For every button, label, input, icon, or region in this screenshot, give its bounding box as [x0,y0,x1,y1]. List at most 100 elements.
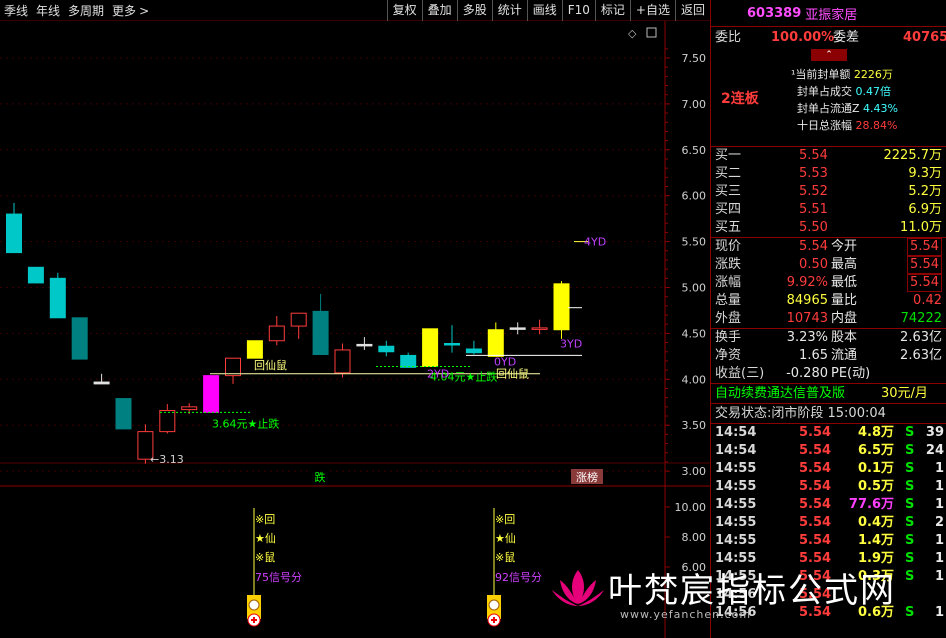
bid-row[interactable]: 买五 5.50 11.0万 [711,219,946,237]
f10-button[interactable]: F10 [561,0,595,21]
price-tick-label: 4.50 [682,327,707,340]
stats-label: 净资 [715,348,742,363]
quote-label: 今开 [831,239,858,254]
price-tick-label: 3.00 [682,465,707,478]
draw-line-button[interactable]: 画线 [526,0,562,21]
bid-row[interactable]: 买一 5.54 2225.7万 [711,147,946,165]
promo-bar[interactable]: 自动续费通达信普及版 30元/月 [711,383,946,403]
panel-toggle-icon [646,27,657,38]
tick-volume: 77.6万 [848,497,894,512]
collapse-button[interactable]: ⌃ [811,49,847,61]
tick-row: 14:55 5.54 1.4万 S 1 [711,532,946,550]
bid-price: 5.50 [799,220,828,235]
tick-count: 24 [925,443,944,458]
tick-count: 1 [934,461,944,476]
quote-row: 总量 84965 量比 0.42 [711,292,946,310]
price-tick-label: 5.00 [682,282,707,295]
candle-body [203,375,220,413]
tick-count: 1 [934,569,944,584]
yd-label: 0YD [494,355,516,368]
toolbar-buttons: 复权 叠加 多股 统计 画线 F10 标记 +自选 返回 [386,0,710,21]
price-tick-label: 7.50 [682,52,707,65]
tick-volume: 0.1万 [857,461,894,476]
tick-side: S [905,461,915,476]
signal-text: ※回 [255,513,275,526]
weibi-value: 100.00% [771,30,835,45]
mark-button[interactable]: 标记 [594,0,630,21]
lotus-logo-icon [552,570,604,606]
overlay-button[interactable]: 叠加 [421,0,457,21]
quote-row: 涨跌 0.50 最高 5.54 [711,256,946,274]
stats-label: 股本 [831,330,858,345]
pattern-label: 回仙鼠 [496,366,529,380]
tick-count: 1 [934,551,944,566]
kline-chart[interactable]: ←3.133.64元★止跌回仙鼠4.04元★止跌回仙鼠0YD2YD3YD4YD跌… [0,21,710,638]
signal-text: ※鼠 [495,550,515,564]
tick-count: 1 [934,605,944,620]
bid-row[interactable]: 买四 5.51 6.9万 [711,201,946,219]
tick-side: S [905,551,915,566]
tick-count: 1 [934,497,944,512]
stock-code: 603389 [747,5,802,21]
quote-label: 量比 [831,293,858,308]
tick-volume: 0.4万 [857,515,894,530]
back-button[interactable]: 返回 [674,0,710,21]
bid-row[interactable]: 买三 5.52 5.2万 [711,183,946,201]
diamond-icon: ◇ [628,27,637,40]
bid-label: 买五 [715,220,742,235]
stats-row: 换手 3.23% 股本 2.63亿 [711,329,946,347]
candle-body [553,283,570,331]
candle-body [268,325,285,342]
bid-book: 买一 5.54 2225.7万 买二 5.53 9.3万 买三 5.52 5.2万 买四 5.51 6… [711,146,946,237]
stats-row: 收益(三) -0.280 PE(动) [711,365,946,383]
price-tick-label: 7.00 [682,98,707,111]
yd-label: 3YD [560,337,582,350]
candle-body [6,213,22,254]
price-tick-label: 5.50 [682,236,707,249]
bid-row[interactable]: 买二 5.53 9.3万 [711,165,946,183]
tick-volume: 4.8万 [857,425,894,440]
stock-header: 603389 亚振家居 [711,0,946,26]
signal-text: ※回 [495,513,515,526]
stats-button[interactable]: 统计 [491,0,527,21]
stats-label: 收益(三) [715,366,765,381]
candle-body [509,327,526,330]
candle-body [181,406,198,411]
tick-count: 39 [925,425,944,440]
quote-label: 最高 [831,257,858,272]
stats-label: PE(动) [831,366,871,381]
candle-body [115,398,132,430]
yd-label: 4YD [584,236,606,249]
tick-price: 5.54 [799,461,832,476]
quote-block: 现价 5.54 今开 5.54 涨跌 0.50 最高 5.54 涨幅 9.92% 最低 5.54 总量 8… [711,237,946,328]
period-year[interactable]: 年线 [32,2,64,19]
period-quarter[interactable]: 季线 [0,2,32,19]
add-favorite-button[interactable]: +自选 [629,0,675,21]
watermark-text: 叶梵宸指标公式网 [608,570,896,611]
period-more[interactable]: 更多 > [108,2,153,19]
seal-info: 2连板 ¹当前封单额 2226万 封单占成交 0.47倍 封单占流通Z 4.43… [711,66,946,146]
candle-body [49,277,66,319]
tick-time: 14:55 [715,479,757,494]
tick-volume: 6.5万 [857,443,894,458]
bid-price: 5.53 [799,166,828,181]
bid-price: 5.54 [799,148,828,163]
quote-value: 5.54 [907,256,942,274]
candle-body [378,345,395,353]
candle-body [246,340,263,359]
seal-row: 十日总涨幅 28.84% [797,119,898,132]
candle-body [487,329,504,357]
quote-label: 最低 [831,275,858,290]
tick-volume: 1.4万 [857,533,894,548]
adjust-button[interactable]: 复权 [386,0,422,21]
multi-stock-button[interactable]: 多股 [456,0,492,21]
candle-body [422,328,439,367]
tick-side: S [905,605,915,620]
stop-label: 3.64元★止跌 [212,416,279,430]
period-multi[interactable]: 多周期 [64,2,108,19]
chevron-right-icon: > [139,4,150,18]
bid-price: 5.51 [799,202,828,217]
low-price-label: ←3.13 [150,453,184,466]
price-tick-label: 4.00 [682,373,707,386]
indicator-tick-label: 10.00 [675,501,707,514]
